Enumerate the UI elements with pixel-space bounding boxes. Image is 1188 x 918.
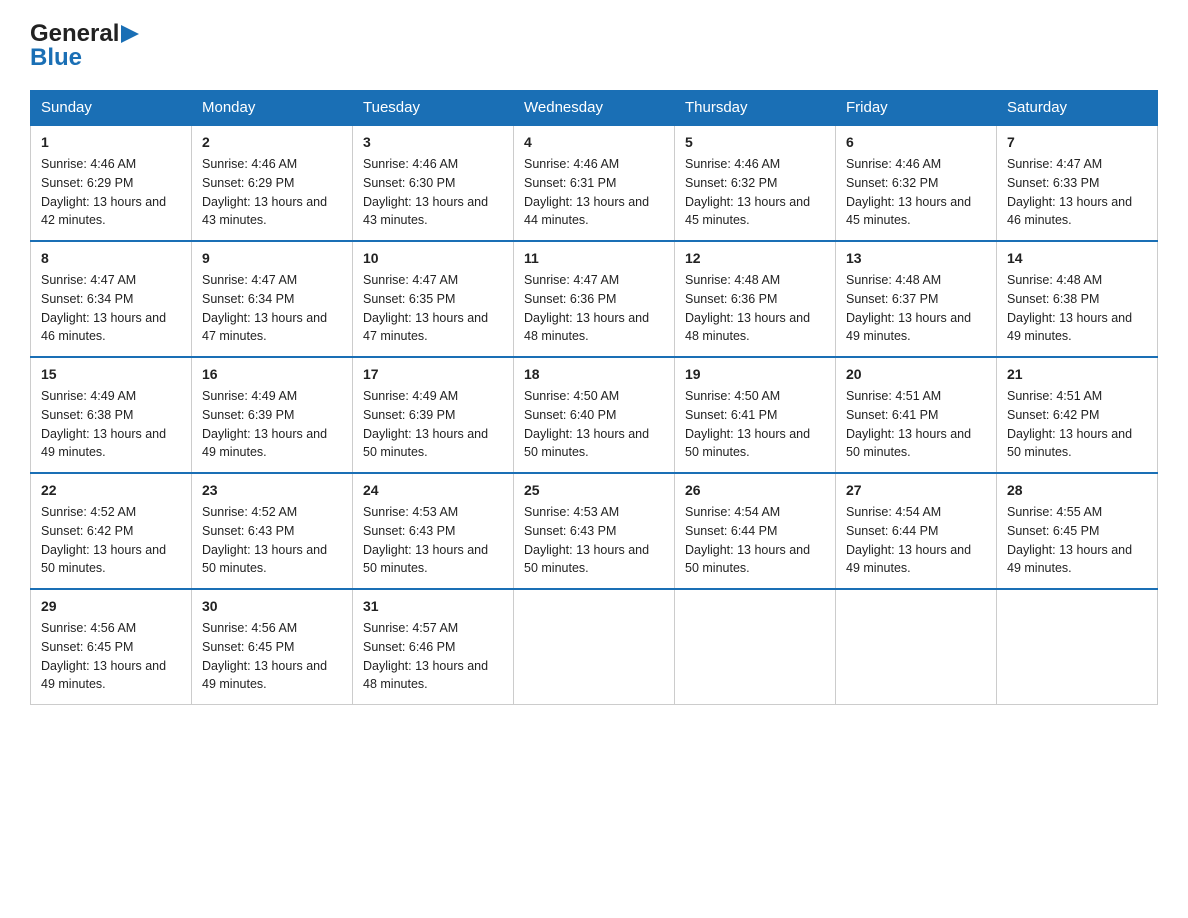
calendar-cell: 29Sunrise: 4:56 AMSunset: 6:45 PMDayligh… (31, 589, 192, 705)
calendar-cell: 3Sunrise: 4:46 AMSunset: 6:30 PMDaylight… (353, 125, 514, 241)
calendar-cell: 6Sunrise: 4:46 AMSunset: 6:32 PMDaylight… (836, 125, 997, 241)
logo: General Blue (30, 20, 139, 72)
day-number: 31 (363, 596, 503, 617)
calendar-cell: 22Sunrise: 4:52 AMSunset: 6:42 PMDayligh… (31, 473, 192, 589)
day-number: 3 (363, 132, 503, 153)
calendar-header-wednesday: Wednesday (514, 91, 675, 126)
calendar-cell: 30Sunrise: 4:56 AMSunset: 6:45 PMDayligh… (192, 589, 353, 705)
day-number: 29 (41, 596, 181, 617)
calendar-cell: 1Sunrise: 4:46 AMSunset: 6:29 PMDaylight… (31, 125, 192, 241)
day-number: 25 (524, 480, 664, 501)
calendar-cell: 16Sunrise: 4:49 AMSunset: 6:39 PMDayligh… (192, 357, 353, 473)
day-number: 4 (524, 132, 664, 153)
day-number: 30 (202, 596, 342, 617)
calendar-cell (675, 589, 836, 705)
calendar-cell: 19Sunrise: 4:50 AMSunset: 6:41 PMDayligh… (675, 357, 836, 473)
day-number: 12 (685, 248, 825, 269)
day-number: 11 (524, 248, 664, 269)
calendar-cell: 14Sunrise: 4:48 AMSunset: 6:38 PMDayligh… (997, 241, 1158, 357)
day-number: 8 (41, 248, 181, 269)
day-number: 7 (1007, 132, 1147, 153)
day-number: 5 (685, 132, 825, 153)
calendar-cell (997, 589, 1158, 705)
day-number: 22 (41, 480, 181, 501)
calendar-cell: 25Sunrise: 4:53 AMSunset: 6:43 PMDayligh… (514, 473, 675, 589)
calendar-cell: 24Sunrise: 4:53 AMSunset: 6:43 PMDayligh… (353, 473, 514, 589)
calendar-cell: 31Sunrise: 4:57 AMSunset: 6:46 PMDayligh… (353, 589, 514, 705)
day-number: 14 (1007, 248, 1147, 269)
calendar-header-monday: Monday (192, 91, 353, 126)
calendar-week-row: 8Sunrise: 4:47 AMSunset: 6:34 PMDaylight… (31, 241, 1158, 357)
day-number: 18 (524, 364, 664, 385)
calendar-week-row: 29Sunrise: 4:56 AMSunset: 6:45 PMDayligh… (31, 589, 1158, 705)
day-number: 1 (41, 132, 181, 153)
calendar-cell (514, 589, 675, 705)
day-number: 2 (202, 132, 342, 153)
calendar-header-tuesday: Tuesday (353, 91, 514, 126)
day-number: 19 (685, 364, 825, 385)
calendar-cell: 26Sunrise: 4:54 AMSunset: 6:44 PMDayligh… (675, 473, 836, 589)
calendar-cell: 8Sunrise: 4:47 AMSunset: 6:34 PMDaylight… (31, 241, 192, 357)
calendar-header-sunday: Sunday (31, 91, 192, 126)
calendar-cell: 9Sunrise: 4:47 AMSunset: 6:34 PMDaylight… (192, 241, 353, 357)
day-number: 28 (1007, 480, 1147, 501)
day-number: 10 (363, 248, 503, 269)
day-number: 27 (846, 480, 986, 501)
page-header: General Blue (30, 20, 1158, 72)
calendar-cell: 7Sunrise: 4:47 AMSunset: 6:33 PMDaylight… (997, 125, 1158, 241)
calendar-week-row: 1Sunrise: 4:46 AMSunset: 6:29 PMDaylight… (31, 125, 1158, 241)
day-number: 23 (202, 480, 342, 501)
calendar-cell: 21Sunrise: 4:51 AMSunset: 6:42 PMDayligh… (997, 357, 1158, 473)
calendar-cell: 4Sunrise: 4:46 AMSunset: 6:31 PMDaylight… (514, 125, 675, 241)
calendar-week-row: 15Sunrise: 4:49 AMSunset: 6:38 PMDayligh… (31, 357, 1158, 473)
calendar-cell: 28Sunrise: 4:55 AMSunset: 6:45 PMDayligh… (997, 473, 1158, 589)
calendar-cell: 17Sunrise: 4:49 AMSunset: 6:39 PMDayligh… (353, 357, 514, 473)
calendar-cell: 18Sunrise: 4:50 AMSunset: 6:40 PMDayligh… (514, 357, 675, 473)
calendar-cell: 12Sunrise: 4:48 AMSunset: 6:36 PMDayligh… (675, 241, 836, 357)
day-number: 20 (846, 364, 986, 385)
logo-arrow-icon (121, 23, 139, 45)
calendar-week-row: 22Sunrise: 4:52 AMSunset: 6:42 PMDayligh… (31, 473, 1158, 589)
calendar-header-friday: Friday (836, 91, 997, 126)
calendar-cell: 11Sunrise: 4:47 AMSunset: 6:36 PMDayligh… (514, 241, 675, 357)
day-number: 6 (846, 132, 986, 153)
calendar-cell: 23Sunrise: 4:52 AMSunset: 6:43 PMDayligh… (192, 473, 353, 589)
calendar-header-row: SundayMondayTuesdayWednesdayThursdayFrid… (31, 91, 1158, 126)
calendar-header-thursday: Thursday (675, 91, 836, 126)
calendar-cell: 20Sunrise: 4:51 AMSunset: 6:41 PMDayligh… (836, 357, 997, 473)
calendar-cell: 13Sunrise: 4:48 AMSunset: 6:37 PMDayligh… (836, 241, 997, 357)
calendar-cell: 15Sunrise: 4:49 AMSunset: 6:38 PMDayligh… (31, 357, 192, 473)
calendar-table: SundayMondayTuesdayWednesdayThursdayFrid… (30, 90, 1158, 705)
day-number: 24 (363, 480, 503, 501)
logo-blue-text: Blue (30, 44, 82, 72)
calendar-cell: 27Sunrise: 4:54 AMSunset: 6:44 PMDayligh… (836, 473, 997, 589)
calendar-cell: 10Sunrise: 4:47 AMSunset: 6:35 PMDayligh… (353, 241, 514, 357)
day-number: 15 (41, 364, 181, 385)
day-number: 16 (202, 364, 342, 385)
day-number: 21 (1007, 364, 1147, 385)
day-number: 26 (685, 480, 825, 501)
calendar-cell: 5Sunrise: 4:46 AMSunset: 6:32 PMDaylight… (675, 125, 836, 241)
day-number: 9 (202, 248, 342, 269)
calendar-header-saturday: Saturday (997, 91, 1158, 126)
day-number: 17 (363, 364, 503, 385)
day-number: 13 (846, 248, 986, 269)
calendar-cell (836, 589, 997, 705)
calendar-cell: 2Sunrise: 4:46 AMSunset: 6:29 PMDaylight… (192, 125, 353, 241)
